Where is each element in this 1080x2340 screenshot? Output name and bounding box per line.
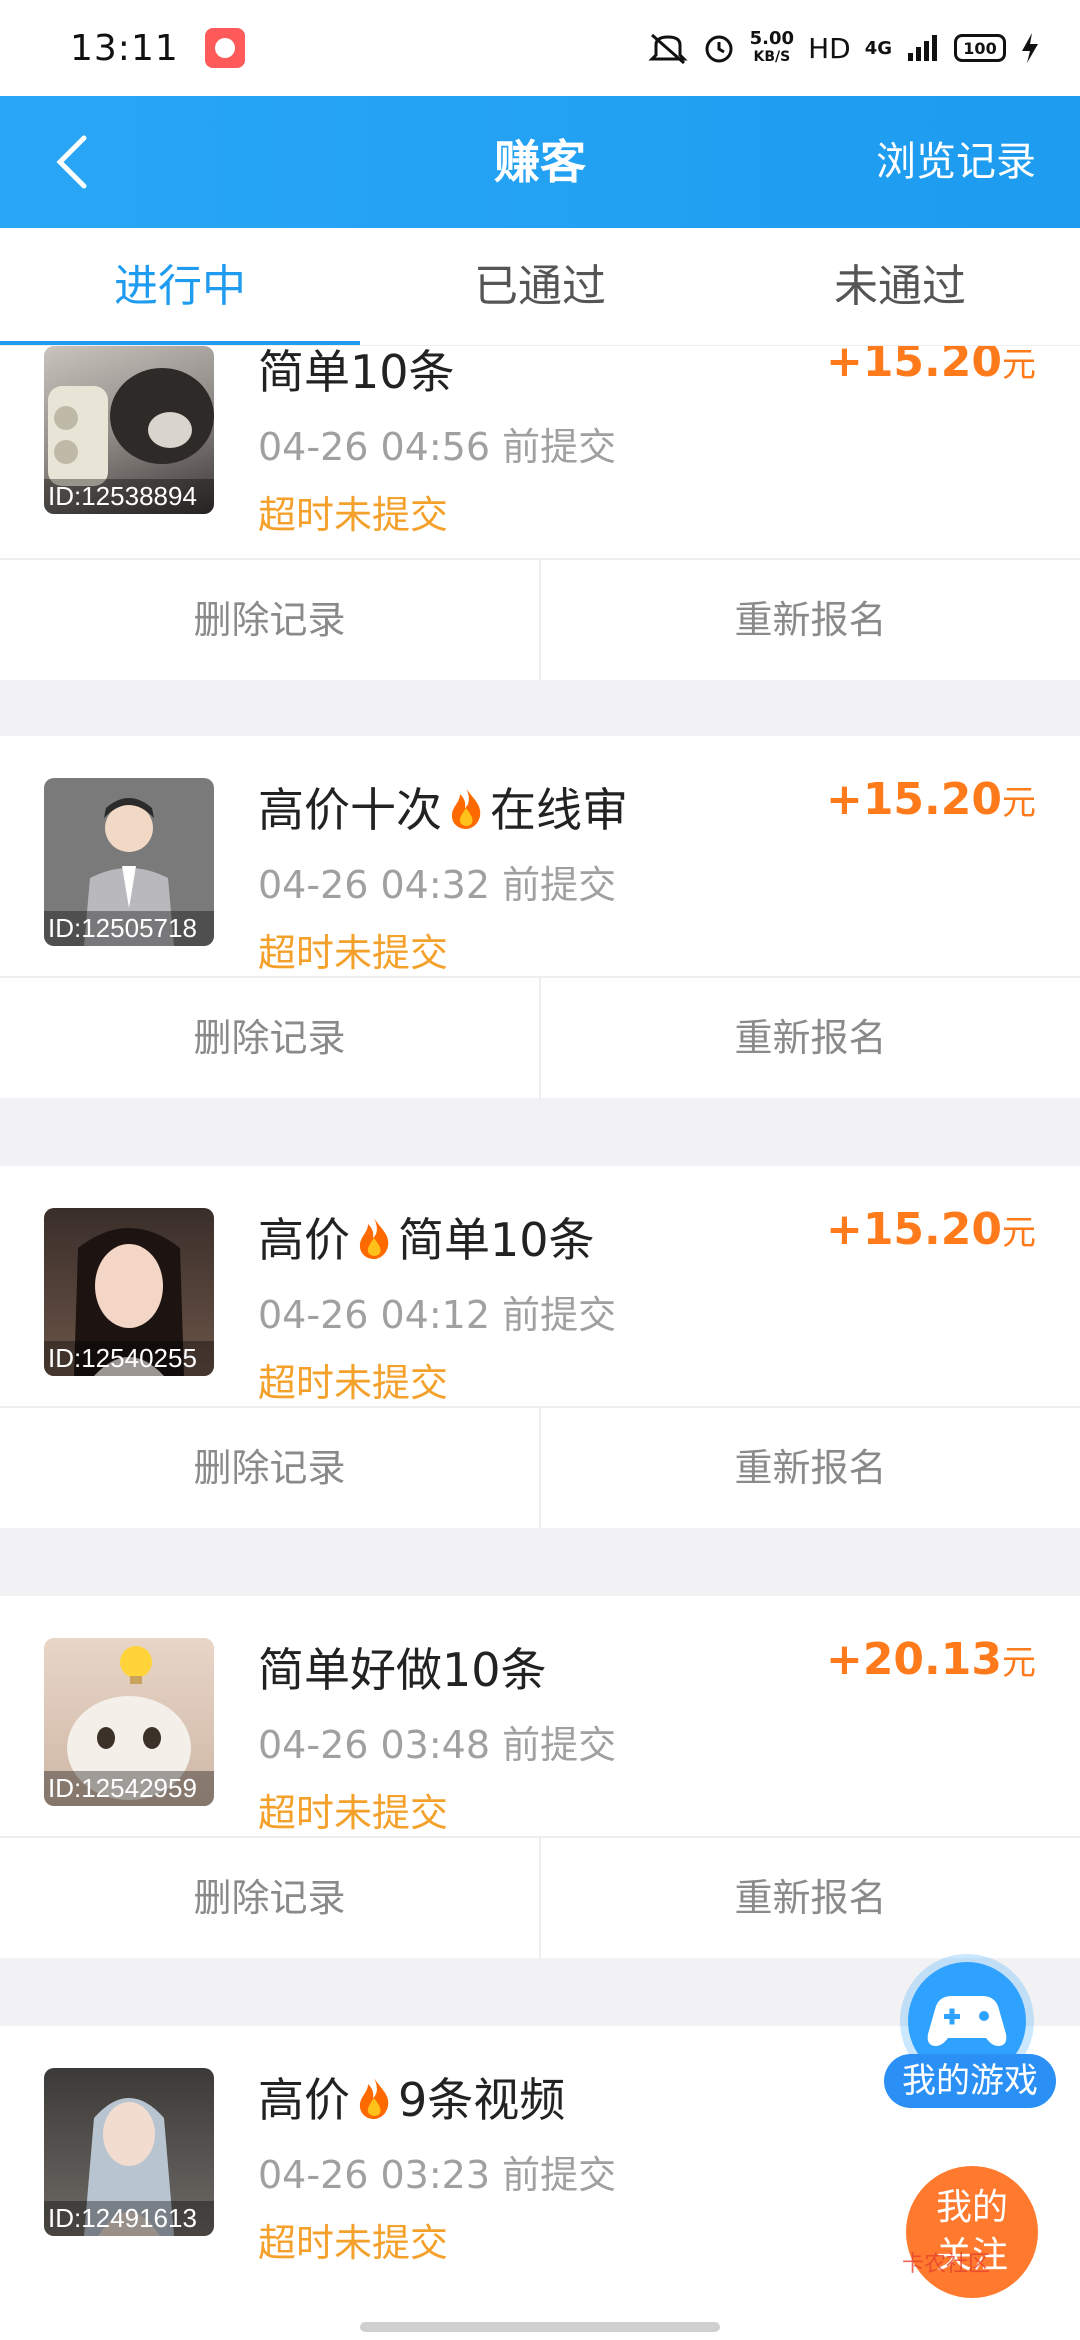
task-status: 超时未提交 bbox=[258, 2221, 449, 2265]
submit-time: 04-26 03:48 前提交 bbox=[258, 1723, 617, 1767]
my-games-float-button[interactable]: 我的游戏 bbox=[884, 1962, 1056, 2110]
submit-time: 04-26 03:23 前提交 bbox=[258, 2153, 617, 2197]
status-icons: 5.00 KB/S HD 4G 100 bbox=[648, 30, 1040, 66]
charging-icon bbox=[1022, 33, 1038, 63]
task-status: 超时未提交 bbox=[258, 1361, 449, 1405]
signal-icon bbox=[908, 35, 937, 61]
submit-time: 04-26 04:12 前提交 bbox=[258, 1293, 617, 1337]
delete-record-button[interactable]: 删除记录 bbox=[0, 560, 539, 680]
watermark: 卡农社区 bbox=[902, 2252, 991, 2277]
record-card: ID:12542959 简单好做10条 +20.13元 04-26 03:48 … bbox=[0, 1596, 1080, 1958]
task-status: 超时未提交 bbox=[258, 931, 449, 975]
battery-icon: 100 bbox=[954, 34, 1006, 62]
status-tabs: 进行中 已通过 未通过 bbox=[0, 228, 1080, 346]
reward-unit: 元 bbox=[1002, 1643, 1036, 1683]
follow-label-line1: 我的 bbox=[935, 2187, 1008, 2228]
record-card: ID:12540255 高价 简单10条 +15.20元 04-26 04:12 … bbox=[0, 1166, 1080, 1528]
fire-icon bbox=[359, 2078, 389, 2119]
reward-unit: 元 bbox=[1002, 1213, 1036, 1253]
task-title-part: 高价十次 bbox=[258, 783, 442, 837]
my-follow-float-button[interactable]: 我的 关注 bbox=[906, 2166, 1038, 2298]
reapply-button[interactable]: 重新报名 bbox=[539, 560, 1080, 680]
network-type: 4G bbox=[864, 37, 892, 59]
status-time: 13:11 bbox=[70, 27, 179, 69]
task-title-part: 高价 bbox=[258, 2073, 350, 2127]
record-card: ID:12505718 高价十次 在线审 +15.20元 04-26 04:32 … bbox=[0, 736, 1080, 1098]
home-indicator[interactable] bbox=[360, 2322, 720, 2332]
avatar-id: ID:12542959 bbox=[44, 1771, 214, 1806]
task-reward: +15.20元 bbox=[826, 1204, 1036, 1255]
tab-in-progress[interactable]: 进行中 bbox=[0, 228, 360, 345]
task-title-part: 简单10条 bbox=[398, 1213, 595, 1267]
reward-amount: +20.13 bbox=[825, 1634, 1002, 1685]
fire-icon bbox=[359, 1218, 389, 1259]
tab-passed[interactable]: 已通过 bbox=[360, 228, 720, 345]
fire-icon bbox=[451, 788, 481, 829]
reapply-button[interactable]: 重新报名 bbox=[539, 978, 1080, 1098]
avatar-id: ID:12540255 bbox=[44, 1341, 214, 1376]
delete-record-button[interactable]: 删除记录 bbox=[0, 1838, 539, 1958]
record-card: ID:12538894 简单10条 +15.20元 04-26 04:56 前提… bbox=[0, 346, 1080, 680]
task-status: 超时未提交 bbox=[258, 493, 449, 537]
speed-value: 5.00 bbox=[749, 28, 795, 49]
avatar-id: ID:12491613 bbox=[44, 2201, 214, 2236]
delete-record-button[interactable]: 删除记录 bbox=[0, 1408, 539, 1528]
avatar-id: ID:12505718 bbox=[44, 911, 214, 946]
browse-history-button[interactable]: 浏览记录 bbox=[876, 96, 1036, 228]
task-reward: +15.20元 bbox=[826, 774, 1036, 825]
app-header: 赚客 浏览记录 bbox=[0, 96, 1080, 228]
my-games-label: 我的游戏 bbox=[884, 2054, 1056, 2108]
task-status: 超时未提交 bbox=[258, 1791, 449, 1835]
delete-record-button[interactable]: 删除记录 bbox=[0, 978, 539, 1098]
tab-not-passed[interactable]: 未通过 bbox=[720, 228, 1080, 345]
reward-amount: +15.20 bbox=[825, 774, 1002, 825]
card-actions: 删除记录 重新报名 bbox=[0, 1406, 1080, 1528]
network-speed: 5.00 KB/S bbox=[750, 30, 794, 66]
reapply-button[interactable]: 重新报名 bbox=[539, 1838, 1080, 1958]
reward-unit: 元 bbox=[1002, 346, 1036, 385]
speed-unit: KB/S bbox=[753, 49, 791, 65]
avatar[interactable]: ID:12542959 bbox=[44, 1638, 214, 1806]
avatar-id: ID:12538894 bbox=[44, 479, 214, 514]
alarm-icon bbox=[705, 35, 733, 63]
avatar[interactable]: ID:12491613 bbox=[44, 2068, 214, 2236]
status-bar: 13:11 5.00 KB/S HD 4G 100 bbox=[0, 0, 1080, 96]
app-notification-icon bbox=[204, 28, 245, 68]
task-title-part: 9条视频 bbox=[398, 2073, 566, 2127]
task-reward: +20.13元 bbox=[826, 1634, 1036, 1685]
submit-time: 04-26 04:32 前提交 bbox=[258, 863, 617, 907]
task-title-part: 在线审 bbox=[490, 783, 628, 837]
hd-label: HD bbox=[808, 31, 851, 65]
avatar[interactable]: ID:12540255 bbox=[44, 1208, 214, 1376]
task-reward: +15.20元 bbox=[826, 346, 1036, 387]
card-actions: 删除记录 重新报名 bbox=[0, 976, 1080, 1098]
reward-amount: +15.20 bbox=[825, 1204, 1002, 1255]
task-title: 高价 简单10条 bbox=[258, 1204, 595, 1270]
reward-unit: 元 bbox=[1002, 783, 1036, 823]
task-title: 高价 9条视频 bbox=[258, 2064, 565, 2130]
task-title: 简单10条 bbox=[258, 346, 455, 399]
avatar[interactable]: ID:12538894 bbox=[44, 346, 214, 514]
task-title: 高价十次 在线审 bbox=[258, 774, 628, 840]
reward-amount: +15.20 bbox=[825, 346, 1002, 387]
task-title: 简单好做10条 bbox=[258, 1643, 547, 1697]
card-actions: 删除记录 重新报名 bbox=[0, 1836, 1080, 1958]
submit-time: 04-26 04:56 前提交 bbox=[258, 425, 617, 469]
reapply-button[interactable]: 重新报名 bbox=[539, 1408, 1080, 1528]
mute-icon bbox=[648, 33, 688, 65]
avatar[interactable]: ID:12505718 bbox=[44, 778, 214, 946]
task-title-part: 高价 bbox=[258, 1213, 350, 1267]
card-actions: 删除记录 重新报名 bbox=[0, 558, 1080, 680]
